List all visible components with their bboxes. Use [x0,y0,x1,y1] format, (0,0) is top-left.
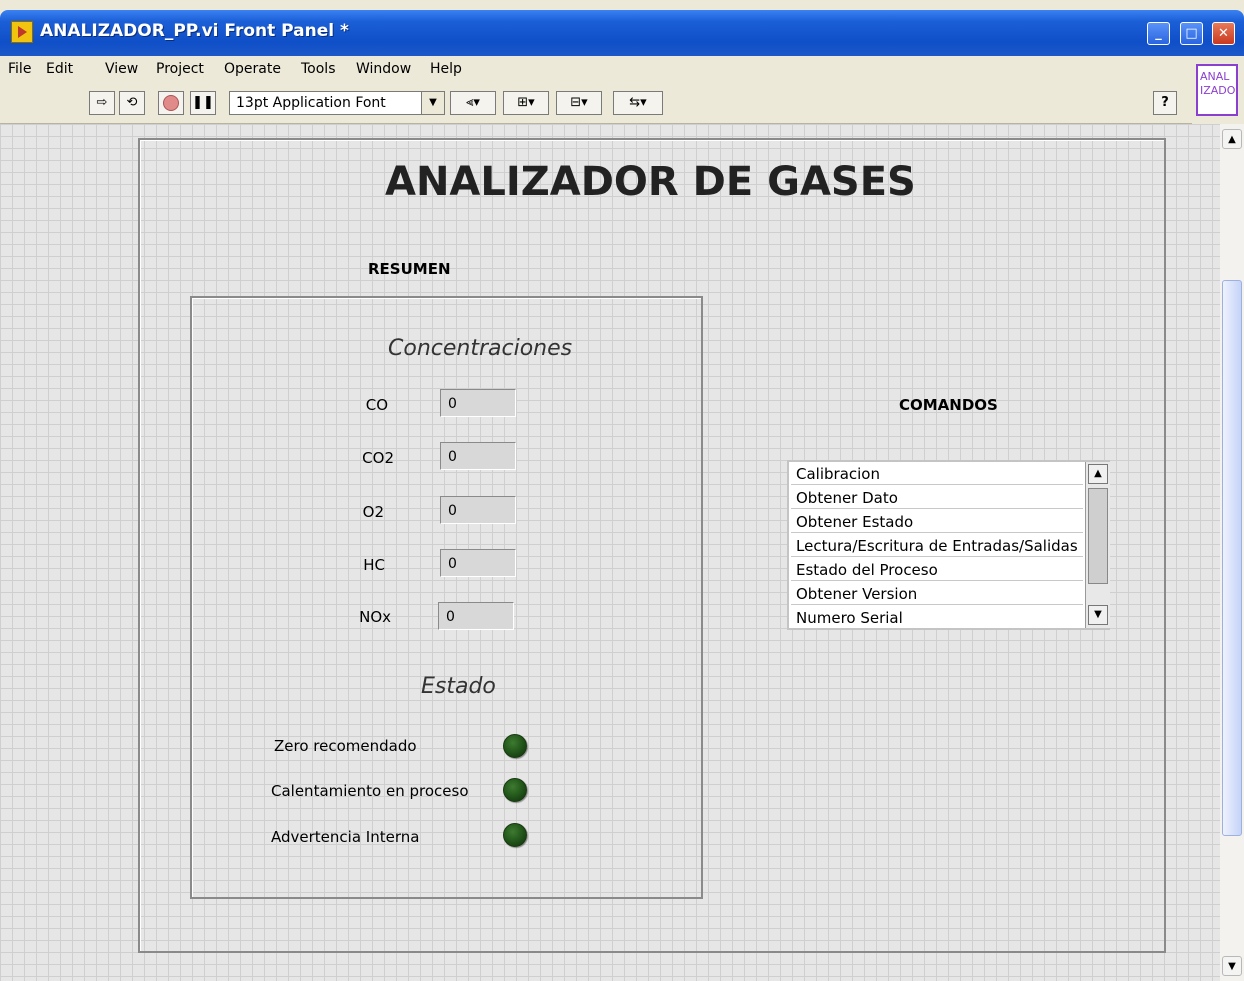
labview-vi-icon [11,21,33,43]
list-item[interactable]: Calibracion [791,463,1083,485]
o2-indicator: 0 [440,496,516,524]
list-item[interactable]: Lectura/Escritura de Entradas/Salidas [791,535,1083,557]
advertencia-label: Advertencia Interna [271,828,420,846]
listbox-scrollbar[interactable]: ▲ ▼ [1085,462,1110,628]
pause-icon: ❚❚ [192,95,214,110]
co-label: CO [365,396,388,414]
font-selector-value: 13pt Application Font [236,95,386,111]
advertencia-led [503,823,527,847]
run-button[interactable]: ⇨ [89,91,115,115]
menu-window[interactable]: Window [356,61,411,77]
menu-tools[interactable]: Tools [301,61,336,77]
reorder-button[interactable]: ⇆▾ [613,91,663,115]
vi-icon-line1: ANAL [1200,70,1230,83]
menu-edit[interactable]: Edit [46,61,73,77]
toolbar: ⇨ ⟲ ❚❚ 13pt Application Font ▼ ⫷▾ ⊞▾ ⊟▾ … [0,83,1192,124]
title-bar: ANALIZADOR_PP.vi Front Panel * _ □ ✕ [0,10,1244,56]
nox-indicator: 0 [438,602,514,630]
dropdown-arrow-icon: ▼ [421,92,444,114]
menu-project[interactable]: Project [156,61,204,77]
list-item[interactable]: Estado del Proceso [791,559,1083,581]
abort-button[interactable] [158,91,184,115]
listbox-scroll-thumb[interactable] [1088,488,1108,584]
run-continuous-icon: ⟲ [126,95,138,110]
list-item[interactable]: Obtener Version [791,583,1083,605]
distribute-objects-button[interactable]: ⊞▾ [503,91,549,115]
list-item[interactable]: Obtener Estado [791,511,1083,533]
calentamiento-led [503,778,527,802]
nox-label: NOx [359,608,391,626]
close-button[interactable]: ✕ [1212,22,1235,45]
reorder-icon: ⇆▾ [629,95,647,110]
zero-recomendado-label: Zero recomendado [274,737,417,755]
resumen-label: RESUMEN [368,260,451,278]
abort-icon [163,94,179,111]
vi-connector-icon[interactable]: ANAL IZADO [1196,64,1238,116]
menu-help[interactable]: Help [430,61,462,77]
scroll-up-icon[interactable]: ▲ [1088,464,1108,484]
align-objects-icon: ⫷▾ [466,95,480,110]
front-panel: ANALIZADOR DE GASES RESUMEN Concentracio… [0,124,1220,981]
list-item[interactable]: Numero Serial [791,607,1083,629]
co2-indicator: 0 [440,442,516,470]
scroll-up-icon[interactable]: ▲ [1222,129,1242,149]
scroll-down-icon[interactable]: ▼ [1088,605,1108,625]
context-help-button[interactable]: ? [1153,91,1177,115]
pause-button[interactable]: ❚❚ [190,91,216,115]
concentraciones-heading: Concentraciones [388,336,573,361]
comandos-listbox[interactable]: Calibracion Obtener Dato Obtener Estado … [787,460,1110,630]
resumen-frame [190,296,703,899]
font-selector[interactable]: 13pt Application Font ▼ [229,91,445,115]
list-item[interactable]: Obtener Dato [791,487,1083,509]
scroll-down-icon[interactable]: ▼ [1222,956,1242,976]
window-title: ANALIZADOR_PP.vi Front Panel * [40,21,349,41]
menu-operate[interactable]: Operate [224,61,281,77]
estado-heading: Estado [421,674,496,699]
menu-file[interactable]: File [8,61,31,77]
minimize-button[interactable]: _ [1147,22,1170,45]
zero-recomendado-led [503,734,527,758]
resize-objects-button[interactable]: ⊟▾ [556,91,602,115]
co-indicator: 0 [440,389,516,417]
hc-label: HC [363,556,385,574]
panel-title: ANALIZADOR DE GASES [385,159,916,205]
run-arrow-icon: ⇨ [96,95,108,110]
align-objects-button[interactable]: ⫷▾ [450,91,496,115]
menu-view[interactable]: View [105,61,138,77]
comandos-label: COMANDOS [899,396,998,414]
resize-objects-icon: ⊟▾ [570,95,588,110]
maximize-button[interactable]: □ [1180,22,1203,45]
vi-icon-line2: IZADO [1200,84,1236,97]
o2-label: O2 [362,503,384,521]
distribute-objects-icon: ⊞▾ [517,95,535,110]
scroll-thumb[interactable] [1222,280,1242,836]
hc-indicator: 0 [440,549,516,577]
run-continuously-button[interactable]: ⟲ [119,91,145,115]
panel-vertical-scrollbar[interactable]: ▲ ▼ [1220,124,1244,981]
menu-bar: File Edit View Project Operate Tools Win… [0,56,1192,83]
co2-label: CO2 [362,449,394,467]
calentamiento-label: Calentamiento en proceso [271,782,469,800]
